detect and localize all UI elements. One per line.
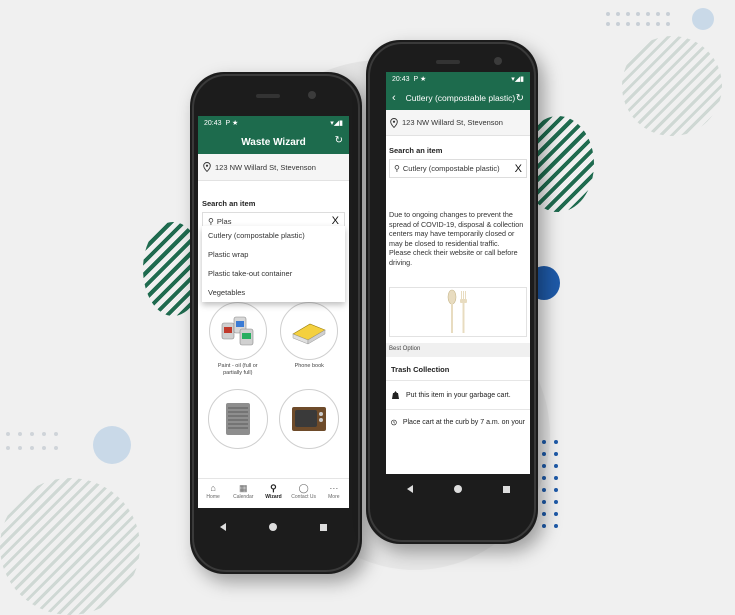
status-indicators: ▾◢▮: [330, 120, 343, 127]
status-time: 20:43: [392, 75, 410, 83]
search-section: Search an item ⚲ Cutlery (compostable pl…: [386, 136, 530, 178]
item-image: [389, 287, 527, 337]
front-camera: [308, 91, 316, 99]
status-bar: 20:43 P ★ ▾◢▮: [198, 116, 349, 130]
home-button-icon[interactable]: [453, 485, 462, 493]
item-tiles: Paint - oil (full or partially full) Pho…: [202, 302, 345, 452]
back-icon[interactable]: [406, 485, 413, 493]
chat-icon: ◯: [298, 483, 309, 493]
suggestion-item[interactable]: Plastic wrap: [202, 245, 345, 264]
trash-bag-icon: [392, 391, 399, 399]
front-camera: [494, 57, 502, 65]
system-nav-bar: [198, 508, 349, 546]
app-title: Waste Wizard: [241, 136, 306, 148]
paint-cans-icon: [208, 302, 267, 360]
status-icons: P ★: [413, 76, 427, 83]
nav-more[interactable]: ⋯ More: [321, 483, 347, 511]
back-arrow-icon[interactable]: ‹: [392, 92, 396, 104]
decorative-dot-grid: [542, 440, 566, 528]
covid-notice: Due to ongoing changes to prevent the sp…: [389, 210, 524, 267]
search-input[interactable]: ⚲ Cutlery (compostable plastic) X: [389, 159, 527, 178]
refresh-icon[interactable]: ↻: [516, 93, 524, 104]
recents-icon[interactable]: [320, 523, 328, 531]
recents-icon[interactable]: [502, 485, 510, 493]
nav-wizard[interactable]: ⚲ Wizard: [260, 483, 286, 511]
cutlery-icon: [447, 289, 467, 333]
decorative-dot-grid: [606, 12, 676, 26]
instruction-row: Place cart at the curb by 7 a.m. on your: [386, 410, 530, 435]
air-conditioner-icon: [207, 389, 268, 449]
search-suggestions: Cutlery (compostable plastic) Plastic wr…: [202, 226, 345, 302]
search-value: Cutlery (compostable plastic): [402, 164, 500, 173]
instruction-row: Put this item in your garbage cart.: [386, 381, 530, 410]
decorative-light-dot: [692, 8, 714, 30]
speaker-grille: [436, 60, 460, 64]
status-time: 20:43: [204, 119, 222, 127]
search-section: Search an item ⚲ Plas X: [198, 181, 349, 230]
item-tile[interactable]: [202, 389, 274, 452]
address-bar[interactable]: 123 NW Willard St, Stevenson: [386, 110, 530, 136]
home-icon: ⌂: [210, 483, 216, 493]
right-screen: 20:43 P ★ ▾◢▮ ‹ Cutlery (compostable pla…: [386, 72, 530, 504]
search-icon: ⚲: [394, 164, 400, 173]
item-tile[interactable]: [274, 389, 346, 452]
nav-contact-us[interactable]: ◯ Contact Us: [291, 483, 317, 511]
item-tile[interactable]: Phone book: [274, 302, 346, 377]
app-title: Cutlery (compostable plastic): [405, 93, 516, 103]
location-pin-icon: [390, 117, 398, 128]
suggestion-item[interactable]: Cutlery (compostable plastic): [202, 226, 345, 245]
more-icon: ⋯: [329, 483, 339, 493]
wizard-icon: ⚲: [270, 483, 277, 493]
app-bar: Waste Wizard ↻: [198, 130, 349, 154]
instruction-text: Put this item in your garbage cart.: [406, 391, 511, 399]
instruction-text: Place cart at the curb by 7 a.m. on your: [402, 419, 525, 426]
bottom-navigation: ⌂ Home ▦ Calendar ⚲ Wizard ◯ Contact Us ⋯ Mor…: [198, 478, 349, 511]
right-phone: 20:43 P ★ ▾◢▮ ‹ Cutlery (compostable pla…: [366, 40, 538, 544]
decorative-dot-grid: [6, 432, 66, 450]
calendar-icon: ▦: [239, 483, 248, 493]
clear-search-button[interactable]: X: [515, 163, 522, 175]
decorative-light-dot: [93, 426, 131, 464]
system-nav-bar: [386, 474, 530, 504]
search-value: Plas: [216, 216, 232, 226]
address-text: 123 NW Willard St, Stevenson: [402, 118, 503, 127]
tile-label: Paint - oil (full or partially full): [217, 363, 258, 376]
address-bar[interactable]: 123 NW Willard St, Stevenson: [198, 154, 349, 181]
status-icons: P ★: [225, 120, 239, 127]
television-icon: [279, 389, 340, 449]
speaker-grille: [256, 94, 280, 98]
status-bar: 20:43 P ★ ▾◢▮: [386, 72, 530, 86]
search-icon: ⚲: [208, 216, 214, 226]
nav-calendar[interactable]: ▦ Calendar: [230, 483, 256, 511]
best-option-label: Best Option: [386, 343, 530, 357]
home-button-icon[interactable]: [268, 523, 277, 531]
clock-icon: [391, 419, 397, 426]
tile-label: Phone book: [294, 363, 324, 369]
app-bar: ‹ Cutlery (compostable plastic) ↻: [386, 86, 530, 110]
address-text: 123 NW Willard St, Stevenson: [215, 162, 316, 172]
nav-home[interactable]: ⌂ Home: [200, 483, 226, 511]
item-tile[interactable]: Paint - oil (full or partially full): [202, 302, 274, 377]
location-pin-icon: [203, 162, 211, 172]
suggestion-item[interactable]: Plastic take-out container: [202, 264, 345, 283]
back-icon[interactable]: [219, 523, 226, 531]
left-phone: 20:43 P ★ ▾◢▮ Waste Wizard ↻ 123 NW Will…: [190, 72, 362, 574]
decorative-striped-circle: [622, 36, 722, 136]
suggestion-item[interactable]: Vegetables: [202, 283, 345, 302]
status-indicators: ▾◢▮: [511, 76, 524, 83]
refresh-icon[interactable]: ↻: [335, 135, 343, 146]
search-label: Search an item: [202, 199, 256, 208]
decorative-striped-circle: [0, 478, 140, 615]
phone-book-icon: [280, 302, 339, 360]
collection-title: Trash Collection: [386, 357, 530, 381]
search-label: Search an item: [389, 146, 443, 155]
left-screen: 20:43 P ★ ▾◢▮ Waste Wizard ↻ 123 NW Will…: [198, 116, 349, 546]
